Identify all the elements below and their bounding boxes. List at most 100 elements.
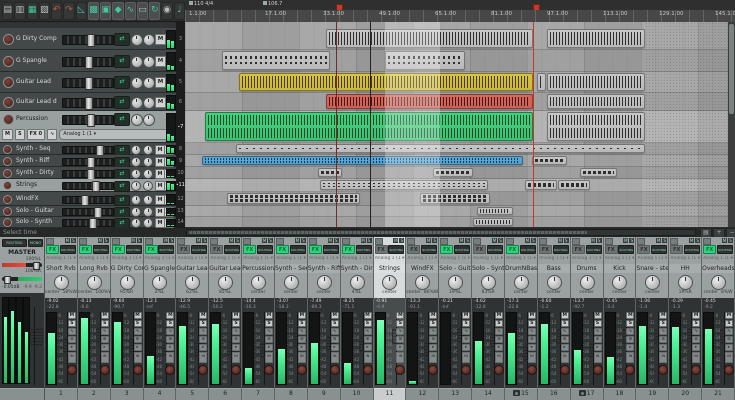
strip-input-selector[interactable]: Analog 1 (1 ▾	[669, 256, 701, 263]
strip-pan-knob[interactable]	[185, 275, 200, 290]
strip-env-knob[interactable]: ⊙	[462, 336, 470, 343]
strip-env-knob[interactable]: ⊙	[692, 336, 700, 343]
media-item[interactable]	[547, 29, 645, 48]
track-width-knob[interactable]	[143, 56, 155, 68]
strip-solo-button[interactable]: S	[561, 320, 569, 327]
strip-input-monitor-button[interactable]: IN	[462, 352, 470, 363]
mixer-strip-8[interactable]: MSFXROUTINGAnalog 1 (1 ▾Synth - Seqcente…	[275, 237, 308, 400]
strip-env-knob[interactable]: ⊙	[429, 336, 437, 343]
track-routing-button[interactable]: ⇄	[114, 195, 130, 206]
strip-route-arrow-button[interactable]: ▸	[561, 344, 569, 351]
strip-solo-button[interactable]: S	[166, 320, 174, 327]
arrange-vertical-scrollbar[interactable]	[728, 22, 735, 227]
strip-phase-button[interactable]: ∿	[561, 328, 569, 335]
mixer-strip-11[interactable]: MSFXROUTINGAnalog 1 (1 ▾Stringscenter-0.…	[374, 237, 407, 400]
strip-fx-button[interactable]: FX	[572, 245, 585, 254]
media-item[interactable]	[525, 180, 557, 190]
track-fx-button[interactable]: FX 0	[27, 129, 46, 140]
record-arm-button[interactable]	[3, 195, 12, 204]
strip-routing-button[interactable]: ROUTING	[224, 245, 240, 254]
strip-record-arm-button[interactable]	[330, 365, 340, 375]
media-item[interactable]	[205, 112, 533, 141]
strip-phase-button[interactable]: ∿	[659, 328, 667, 335]
track-pan-knob[interactable]	[131, 207, 141, 217]
record-arm-button[interactable]	[3, 34, 14, 45]
strip-route-arrow-button[interactable]: ▸	[134, 344, 142, 351]
strip-input-monitor-button[interactable]: IN	[528, 352, 536, 363]
strip-route-arrow-button[interactable]: ▸	[232, 344, 240, 351]
strip-mute-button[interactable]: M	[101, 312, 109, 319]
media-item[interactable]	[202, 156, 523, 165]
mixer-strip-13[interactable]: MSFXROUTINGAnalog 1 (1 ▾Solo - Guitar19%…	[439, 237, 472, 400]
track-width-knob[interactable]	[143, 145, 153, 155]
strip-mute-button[interactable]: M	[298, 312, 306, 319]
strip-record-arm-button[interactable]	[395, 365, 405, 375]
strip-fx-button[interactable]: FX	[79, 245, 92, 254]
track-volume-fader[interactable]	[62, 98, 114, 108]
strip-mute-button[interactable]: M	[692, 312, 700, 319]
master-fader-handle[interactable]	[30, 328, 43, 346]
track-input-selector[interactable]: Analog 1 (1 ▾	[59, 129, 172, 140]
strip-env-knob[interactable]: ⊙	[101, 336, 109, 343]
track-panel-10[interactable]: Synth - Dirty⇄MS	[0, 167, 176, 179]
snap-toggle-button[interactable]: ◺	[76, 2, 87, 20]
strip-phase-button[interactable]: ∿	[725, 328, 733, 335]
strip-routing-button[interactable]: ROUTING	[126, 245, 142, 254]
strip-record-arm-button[interactable]	[165, 365, 175, 375]
strip-pan-knob[interactable]	[251, 275, 266, 290]
ripple-edit-toggle-button[interactable]: ▣	[100, 2, 111, 20]
strip-env-knob[interactable]: ⊙	[364, 336, 372, 343]
metronome-toggle-button[interactable]: ♩	[174, 2, 185, 20]
strip-mute-button[interactable]: M	[232, 312, 240, 319]
strip-routing-button[interactable]: ROUTING	[651, 245, 667, 254]
strip-solo-button[interactable]: S	[232, 320, 240, 327]
strip-mute-button[interactable]: M	[199, 312, 207, 319]
track-panel-13[interactable]: Solo - Guitar⇄MS	[0, 206, 176, 217]
track-volume-fader[interactable]	[62, 182, 114, 190]
media-item[interactable]	[473, 218, 513, 226]
strip-pan-knob[interactable]	[514, 275, 529, 290]
strip-solo-button[interactable]: S	[134, 320, 142, 327]
arrange-view[interactable]	[185, 22, 735, 227]
strip-fx-button[interactable]: FX	[145, 245, 158, 254]
strip-env-knob[interactable]: ⊙	[528, 336, 536, 343]
strip-route-arrow-button[interactable]: ▸	[594, 344, 602, 351]
strip-pan-knob[interactable]	[580, 275, 595, 290]
strip-pan-knob[interactable]	[711, 275, 726, 290]
strip-solo-button[interactable]: S	[659, 320, 667, 327]
strip-route-arrow-button[interactable]: ▸	[396, 344, 404, 351]
strip-env-knob[interactable]: ⊙	[298, 336, 306, 343]
media-item[interactable]	[580, 168, 617, 177]
strip-route-arrow-button[interactable]: ▸	[626, 344, 634, 351]
strip-mute-button[interactable]: M	[462, 312, 470, 319]
track-volume-handle[interactable]	[85, 97, 93, 110]
track-panel-5[interactable]: Guitar Lead⇄MS	[0, 72, 176, 93]
strip-input-selector[interactable]: Analog 1 (1 ▾	[242, 256, 274, 263]
media-item[interactable]	[537, 73, 546, 91]
media-item[interactable]	[318, 168, 342, 177]
strip-mute-button[interactable]: M	[166, 312, 174, 319]
strip-input-monitor-button[interactable]: IN	[495, 352, 503, 363]
strip-pan-knob[interactable]	[120, 275, 135, 290]
strip-mute-button[interactable]: M	[594, 312, 602, 319]
strip-routing-button[interactable]: ROUTING	[487, 245, 503, 254]
strip-pan-knob[interactable]	[645, 275, 660, 290]
track-pan-knob[interactable]	[131, 169, 141, 179]
strip-input-selector[interactable]: Analog 1 (1 ▾	[341, 256, 373, 263]
v-scroll-handle[interactable]	[729, 24, 734, 114]
strip-fx-button[interactable]: FX	[243, 245, 256, 254]
strip-input-monitor-button[interactable]: IN	[101, 352, 109, 363]
strip-fx-button[interactable]: FX	[407, 245, 420, 254]
track-panel-8[interactable]: Synth - Seq⇄MS	[0, 143, 176, 155]
strip-input-selector[interactable]: Analog 1 (1 ▾	[538, 256, 570, 263]
strip-solo-button[interactable]: S	[265, 320, 273, 327]
strip-input-selector[interactable]: Analog 1 (1 ▾	[209, 256, 241, 263]
strip-phase-button[interactable]: ∿	[68, 328, 76, 335]
track-volume-fader[interactable]	[62, 35, 114, 45]
strip-route-arrow-button[interactable]: ▸	[692, 344, 700, 351]
strip-mute-button[interactable]: M	[659, 312, 667, 319]
track-panel-12[interactable]: WindFX⇄MS	[0, 192, 176, 206]
strip-phase-button[interactable]: ∿	[429, 328, 437, 335]
tempo-marker[interactable]: 106.7	[263, 1, 282, 7]
strip-mute-button[interactable]: M	[396, 312, 404, 319]
